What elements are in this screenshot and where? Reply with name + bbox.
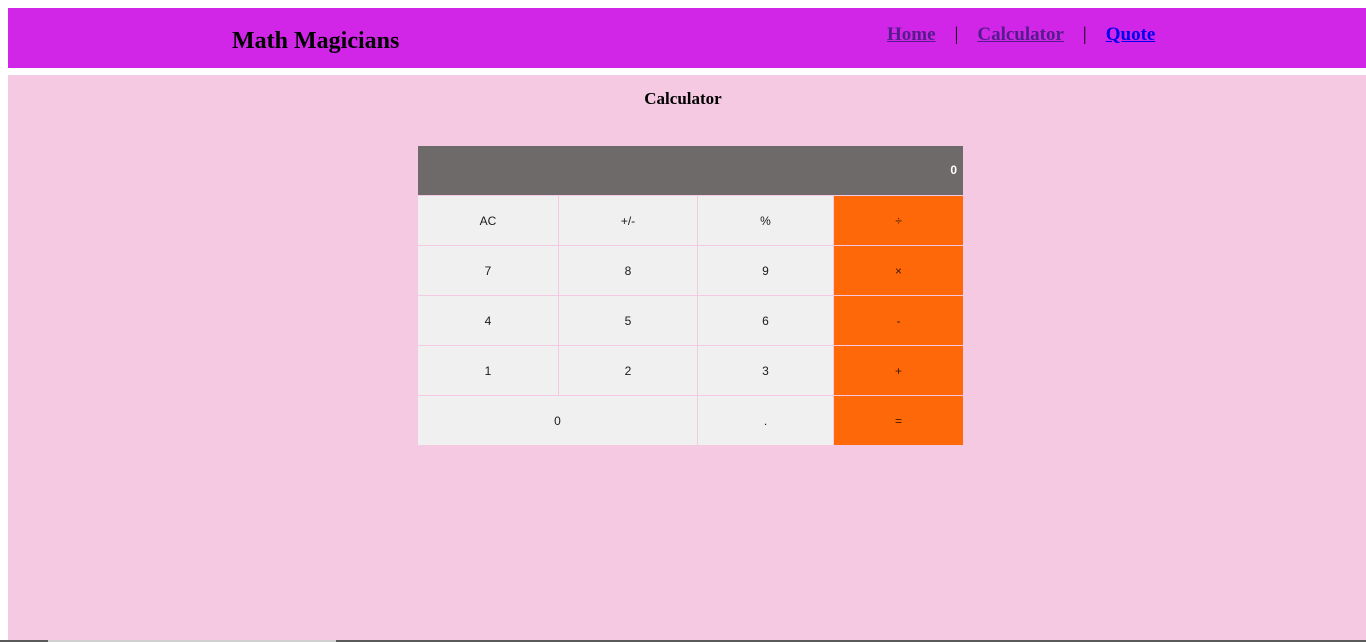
key-7[interactable]: 7 — [418, 246, 558, 295]
key-minus[interactable]: - — [834, 296, 963, 345]
key-multiply[interactable]: × — [834, 246, 963, 295]
key-0[interactable]: 0 — [418, 396, 697, 445]
key-divide[interactable]: ÷ — [834, 196, 963, 245]
key-decimal[interactable]: . — [698, 396, 833, 445]
calculator-display: 0 — [418, 146, 963, 195]
key-6[interactable]: 6 — [698, 296, 833, 345]
key-5[interactable]: 5 — [559, 296, 697, 345]
key-8[interactable]: 8 — [559, 246, 697, 295]
nav-quote-link[interactable]: Quote — [1106, 23, 1156, 47]
key-2[interactable]: 2 — [559, 346, 697, 395]
app-header: Math Magicians Home | Calculator | Quote — [8, 8, 1366, 68]
key-4[interactable]: 4 — [418, 296, 558, 345]
main-nav: Home | Calculator | Quote — [887, 23, 1155, 47]
key-percent[interactable]: % — [698, 196, 833, 245]
nav-calculator-link[interactable]: Calculator — [977, 23, 1064, 47]
nav-home-link[interactable]: Home — [887, 23, 936, 47]
main-content: Calculator 0 AC +/- % ÷ 7 8 9 × 4 5 6 - … — [8, 75, 1366, 642]
calculator: 0 AC +/- % ÷ 7 8 9 × 4 5 6 - 1 2 3 + 0 .… — [418, 146, 963, 446]
brand-title: Math Magicians — [232, 28, 400, 54]
key-9[interactable]: 9 — [698, 246, 833, 295]
key-plus[interactable]: + — [834, 346, 963, 395]
page-title: Calculator — [644, 89, 722, 108]
key-3[interactable]: 3 — [698, 346, 833, 395]
key-1[interactable]: 1 — [418, 346, 558, 395]
nav-separator: | — [954, 24, 959, 45]
key-sign[interactable]: +/- — [559, 196, 697, 245]
key-ac[interactable]: AC — [418, 196, 558, 245]
key-equals[interactable]: = — [834, 396, 963, 445]
nav-separator: | — [1082, 24, 1087, 45]
